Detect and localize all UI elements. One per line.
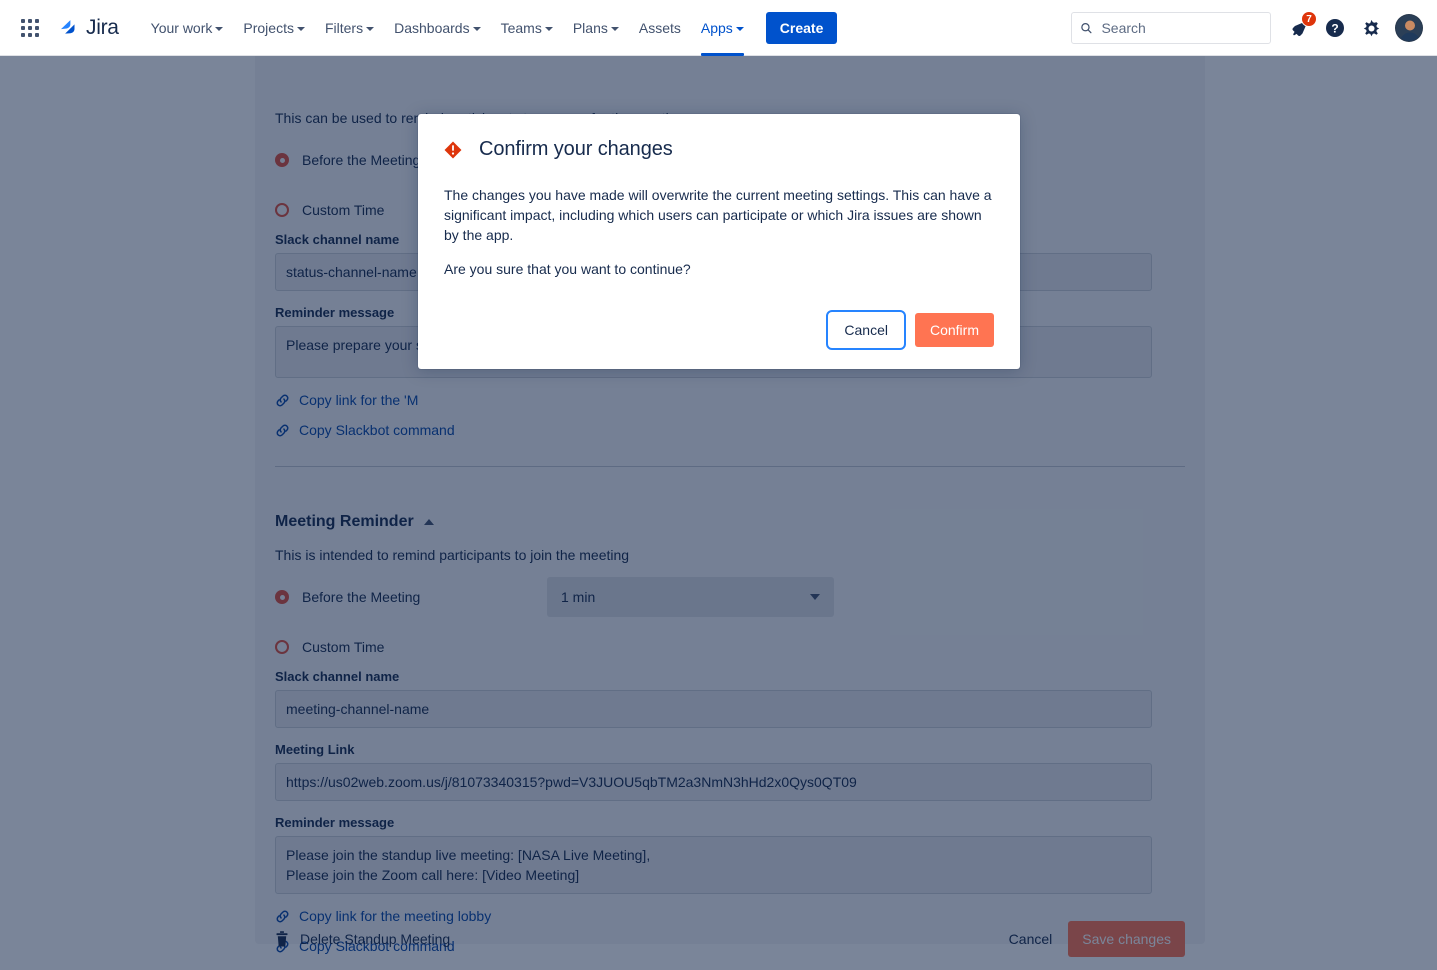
dialog-paragraph-2: Are you sure that you want to continue? <box>444 261 691 277</box>
error-diamond-icon <box>444 141 462 158</box>
notifications-button[interactable]: 7 <box>1283 11 1317 44</box>
chevron-down-icon <box>215 26 224 31</box>
nav-label: Teams <box>500 19 542 36</box>
grid-icon <box>21 18 39 37</box>
nav-item-assets[interactable]: Assets <box>629 0 691 56</box>
jira-logo[interactable]: Jira <box>58 16 119 40</box>
nav-label: Filters <box>324 19 364 36</box>
dialog-paragraph-1: The changes you have made will overwrite… <box>444 187 992 243</box>
nav-items: Your work Projects Filters Dashboards Te… <box>141 0 838 56</box>
jira-logo-icon <box>61 19 75 34</box>
nav-item-projects[interactable]: Projects <box>233 0 315 56</box>
search-input[interactable] <box>1099 19 1262 37</box>
help-button[interactable]: ? <box>1319 12 1351 44</box>
svg-text:?: ? <box>1331 22 1338 36</box>
top-navigation-bar: Jira Your work Projects Filters Dashboar… <box>0 0 1437 56</box>
dialog-title: Confirm your changes <box>479 138 673 160</box>
confirm-changes-dialog: Confirm your changes The changes you hav… <box>418 114 1020 369</box>
user-avatar[interactable] <box>1395 14 1423 42</box>
chevron-down-icon <box>296 26 305 31</box>
nav-item-apps[interactable]: Apps <box>691 0 754 56</box>
chevron-down-icon <box>610 26 619 31</box>
dialog-body: The changes you have made will overwrite… <box>444 185 994 279</box>
avatar-image <box>1396 15 1422 41</box>
nav-item-your-work[interactable]: Your work <box>141 0 234 56</box>
nav-item-filters[interactable]: Filters <box>315 0 384 56</box>
nav-label: Assets <box>638 19 681 36</box>
jira-logo-text: Jira <box>86 15 119 39</box>
chevron-down-icon <box>544 26 553 31</box>
create-button[interactable]: Create <box>765 11 838 44</box>
dialog-cancel-button[interactable]: Cancel <box>826 310 906 350</box>
app-switcher-button[interactable] <box>14 12 46 44</box>
chevron-down-icon <box>735 26 744 31</box>
dialog-confirm-button[interactable]: Confirm <box>914 313 994 347</box>
gear-icon <box>1363 19 1379 36</box>
nav-label: Dashboards <box>394 19 470 36</box>
nav-item-dashboards[interactable]: Dashboards <box>384 0 491 56</box>
nav-label: Your work <box>150 19 213 36</box>
nav-label: Plans <box>572 19 608 36</box>
help-icon: ? <box>1326 19 1344 37</box>
chevron-down-icon <box>472 26 481 31</box>
settings-button[interactable] <box>1355 12 1387 44</box>
notification-badge: 7 <box>1301 11 1317 27</box>
nav-right-actions: 7 ? <box>1071 0 1423 56</box>
nav-label: Apps <box>700 19 733 36</box>
dialog-header: Confirm your changes <box>444 138 994 161</box>
nav-label: Projects <box>243 19 294 36</box>
chevron-down-icon <box>366 26 375 31</box>
search-box[interactable] <box>1071 12 1271 44</box>
nav-item-plans[interactable]: Plans <box>563 0 629 56</box>
search-icon <box>1081 23 1092 34</box>
nav-item-teams[interactable]: Teams <box>491 0 563 56</box>
dialog-actions: Cancel Confirm <box>444 310 994 350</box>
